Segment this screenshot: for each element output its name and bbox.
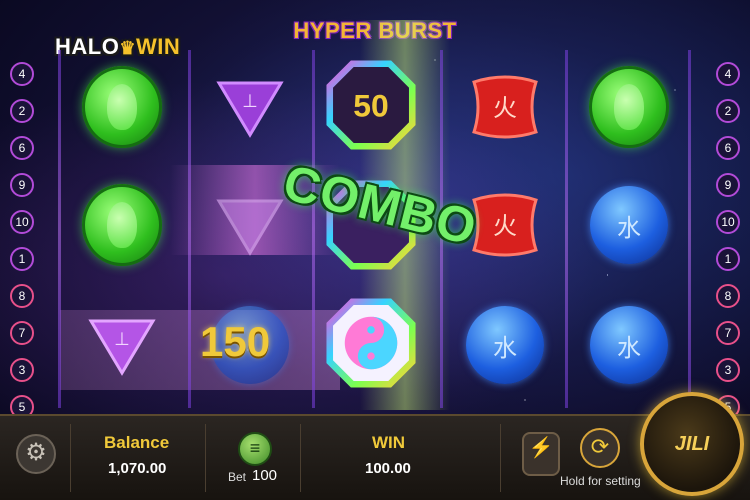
spin-button[interactable]: JILI	[640, 392, 744, 496]
symbol-octagon-50: 50	[326, 60, 416, 150]
svg-text:⊥: ⊥	[114, 329, 130, 350]
water-orb-icon: 水	[590, 306, 668, 384]
symbol-blue-water-orb: 水	[584, 300, 674, 390]
balance-label: Balance	[104, 433, 170, 452]
reel-separator	[188, 50, 191, 408]
gourd-icon	[589, 66, 669, 148]
symbol-green-gourd	[77, 62, 167, 152]
balance-value: 1,070.00	[108, 460, 167, 477]
gourd-icon	[82, 184, 162, 266]
symbol-red-seal: 火	[460, 62, 550, 152]
payline-marker[interactable]: 7	[10, 321, 34, 345]
spin-label: JILI	[674, 432, 710, 455]
reel-separator	[312, 50, 315, 408]
triangle-gem-icon: ⊥	[215, 77, 285, 138]
payline-marker[interactable]: 1	[10, 247, 34, 271]
payline-markers-right: 4 2 6 9 10 1 8 7 3 5	[716, 62, 740, 432]
symbol-octagon-yinyang	[326, 298, 416, 388]
payline-marker[interactable]: 10	[10, 210, 34, 234]
payline-marker[interactable]: 4	[716, 62, 740, 86]
svg-text:火: 火	[493, 212, 517, 240]
payline-marker[interactable]: 10	[716, 210, 740, 234]
bet-label: Bet	[228, 470, 247, 484]
payline-marker[interactable]: 7	[716, 321, 740, 345]
hold-hint: Hold for setting	[560, 474, 641, 488]
gourd-icon	[82, 66, 162, 148]
reel-separator	[58, 50, 61, 408]
gear-icon[interactable]: ⚙	[16, 434, 56, 474]
payline-marker[interactable]: 2	[10, 99, 34, 123]
win-value: 100.00	[365, 460, 411, 477]
payline-marker[interactable]: 3	[716, 358, 740, 382]
symbol-green-gourd	[77, 180, 167, 270]
payline-marker[interactable]: 8	[716, 284, 740, 308]
payline-marker[interactable]: 4	[10, 62, 34, 86]
bet-value[interactable]: 100	[252, 467, 277, 484]
triangle-gem-icon	[215, 195, 285, 256]
payline-marker[interactable]: 1	[716, 247, 740, 271]
reel-separator	[688, 50, 691, 408]
multiplier-150-text: 150	[200, 318, 271, 365]
reel-separator	[565, 50, 568, 408]
payline-marker[interactable]: 9	[10, 173, 34, 197]
autoplay-icon[interactable]: ⟳	[580, 428, 620, 468]
payline-marker[interactable]: 3	[10, 358, 34, 382]
halowin-logo: HALO♛WIN	[55, 34, 181, 59]
win-label: WIN	[372, 433, 406, 452]
symbol-green-gourd	[584, 62, 674, 152]
symbol-purple-triangle: ⊥	[77, 300, 167, 390]
payline-marker[interactable]: 9	[716, 173, 740, 197]
octagon-frame-icon: 50	[326, 60, 416, 150]
triangle-gem-icon: ⊥	[87, 315, 157, 376]
payline-markers-left: 4 2 6 9 10 1 8 7 3 5	[10, 62, 34, 432]
lightning-icon[interactable]: ⚡	[522, 432, 560, 476]
svg-text:火: 火	[493, 94, 517, 122]
payline-marker[interactable]: 6	[716, 136, 740, 160]
svg-text:⊥: ⊥	[242, 91, 258, 112]
red-seal-icon: 火	[472, 75, 538, 139]
yinyang-icon	[326, 298, 416, 388]
symbol-blue-water-orb: 水	[584, 180, 674, 270]
payline-marker[interactable]: 6	[10, 136, 34, 160]
symbol-blue-water-orb: 水	[460, 300, 550, 390]
water-orb-icon: 水	[590, 186, 668, 264]
svg-text:50: 50	[353, 87, 388, 123]
payline-marker[interactable]: 2	[716, 99, 740, 123]
symbol-purple-triangle: ⊥	[205, 62, 295, 152]
water-orb-icon: 水	[466, 306, 544, 384]
chip-icon[interactable]: ≡	[238, 432, 272, 466]
payline-marker[interactable]: 8	[10, 284, 34, 308]
